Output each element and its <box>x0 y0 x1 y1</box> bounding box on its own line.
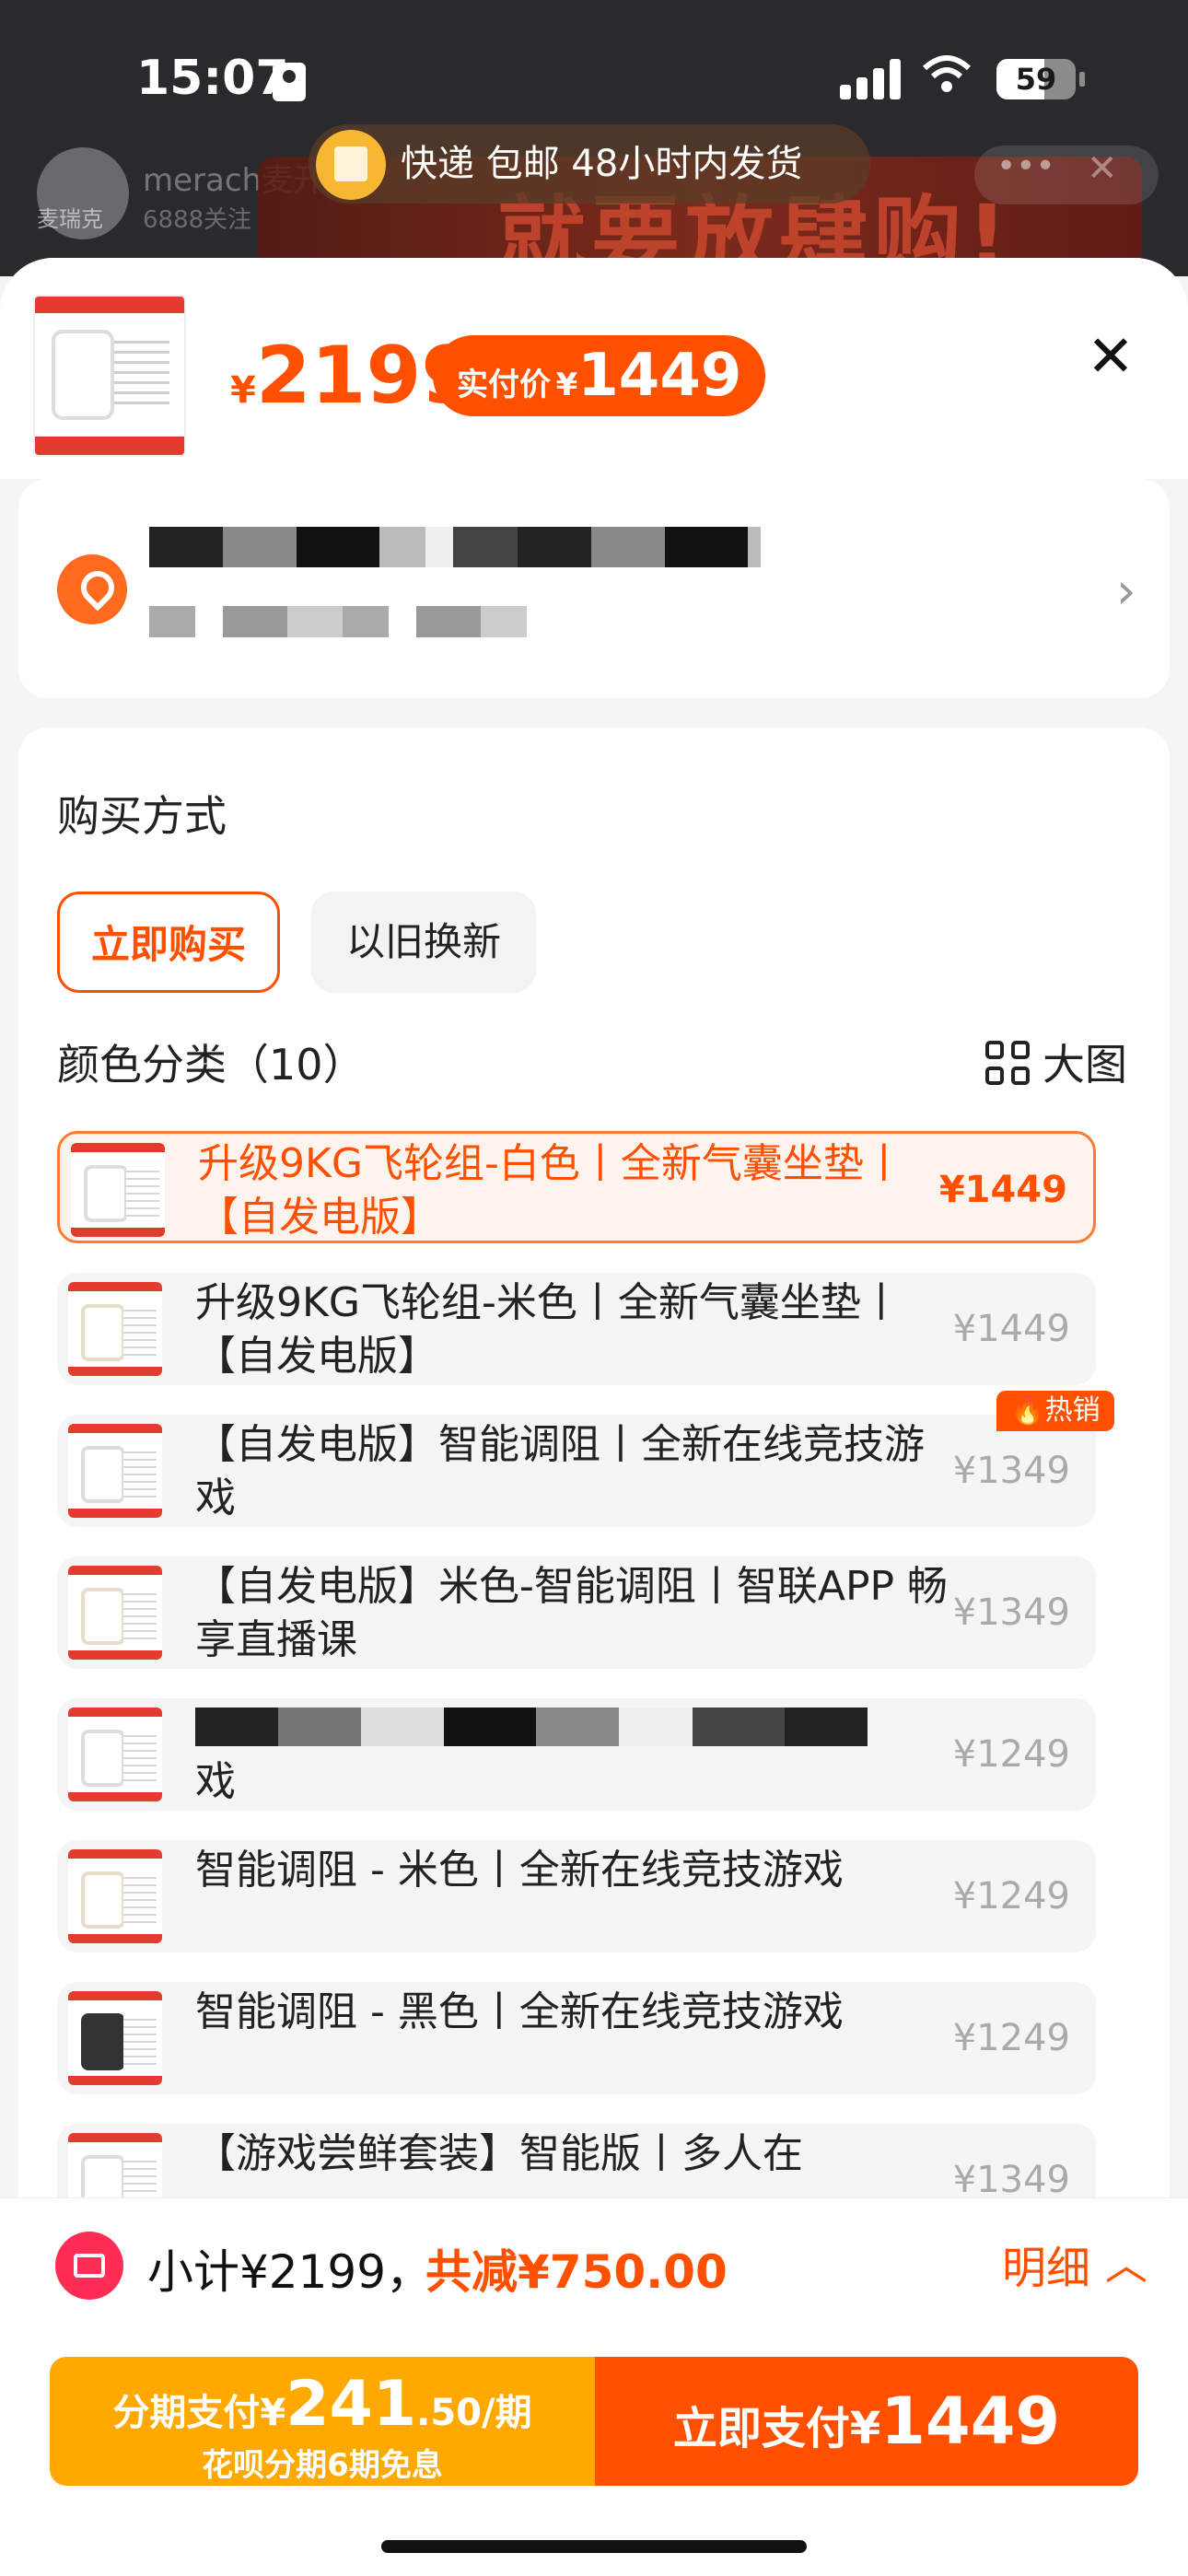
close-icon: ✕ <box>1087 147 1118 190</box>
sku-label: 【游戏尝鲜套装】智能版丨多人在 <box>195 2130 803 2177</box>
package-icon <box>316 130 386 200</box>
trade-in-mode-button[interactable]: 以旧换新 <box>311 892 536 993</box>
sku-price: ¥1449 <box>952 1308 1070 1350</box>
installment-prefix: 分期支付¥ <box>112 2392 286 2434</box>
sku-price: ¥1349 <box>952 1591 1070 1634</box>
discount-text: 共减¥750.00 <box>425 2245 728 2299</box>
sku-option[interactable]: 智能调阻 - 米色丨全新在线竞技游戏 ¥1249 <box>57 1840 1096 1952</box>
address-line-redacted <box>149 527 761 567</box>
color-category-title: 颜色分类（10） <box>57 1040 366 1090</box>
sku-option[interactable]: 智能调阻 - 黑色丨全新在线竞技游戏 ¥1249 <box>57 1982 1096 2094</box>
sku-thumbnail <box>71 1143 165 1237</box>
sku-thumbnail <box>68 1849 162 1943</box>
purchase-mode-title: 购买方式 <box>57 791 227 841</box>
address-card[interactable]: › <box>18 479 1170 698</box>
battery-icon: 59 <box>996 59 1076 99</box>
actual-price-value: 1449 <box>577 342 742 410</box>
focus-person-icon <box>273 63 306 101</box>
sku-label: 【自发电版】米色-智能调阻丨智联APP 畅享直播课 <box>195 1563 949 1663</box>
purchase-options-card: 购买方式 立即购买 以旧换新 颜色分类（10） 大图 升级9KG飞轮组-白色丨全… <box>18 728 1170 2385</box>
sku-option[interactable]: 升级9KG飞轮组-白色丨全新气囊坐垫丨【自发电版】 ¥1449 <box>57 1131 1096 1243</box>
status-time: 15:07 <box>136 51 289 106</box>
coupon-icon <box>55 2232 123 2300</box>
store-logo-text: 麦瑞克 <box>37 206 103 232</box>
installment-big-number: 241 <box>285 2368 417 2441</box>
sku-thumbnail <box>68 1424 162 1518</box>
installment-subtitle: 花呗分期6期免息 <box>202 2447 443 2484</box>
more-icon: ••• <box>996 147 1055 185</box>
cellular-signal-icon <box>840 57 904 99</box>
sku-label-redacted <box>195 1708 868 1746</box>
sku-price: ¥1349 <box>952 1450 1070 1492</box>
battery-level: 59 <box>1015 62 1057 97</box>
actual-price-tag: 实付价 ¥1449 <box>433 335 766 416</box>
sku-option[interactable]: 🔥热销 【自发电版】智能调阻丨全新在线竞技游戏 ¥1349 <box>57 1391 1114 1527</box>
price-currency: ¥ <box>230 369 256 412</box>
chevron-right-icon: › <box>1116 562 1136 620</box>
actual-price-label: 实付价 <box>457 367 551 403</box>
installment-suffix: .50/期 <box>416 2392 532 2434</box>
sku-label: 智能调阻 - 黑色丨全新在线竞技游戏 <box>195 1988 844 2035</box>
big-image-toggle[interactable]: 大图 <box>1042 1032 1127 1092</box>
sku-price: ¥1449 <box>938 1169 1067 1211</box>
shipping-toast-text: 快递 包邮 48小时内发货 <box>401 143 803 185</box>
installment-pay-button[interactable]: 分期支付¥241.50/期 花呗分期6期免息 <box>50 2357 595 2486</box>
sku-price: ¥1249 <box>952 1733 1070 1776</box>
close-button[interactable]: ✕ <box>1087 322 1135 390</box>
battery-tip <box>1079 72 1085 87</box>
shipping-toast: 快递 包邮 48小时内发货 <box>309 124 870 204</box>
sku-label: 戏 <box>195 1758 236 1805</box>
installment-amount: 分期支付¥241.50/期 <box>50 2368 595 2441</box>
grid-view-icon[interactable] <box>985 1041 1031 1087</box>
sku-label: 智能调阻 - 米色丨全新在线竞技游戏 <box>195 1847 844 1894</box>
actual-price-currency: ¥ <box>555 367 578 403</box>
sku-option[interactable]: 戏 ¥1249 <box>57 1698 1096 1811</box>
sku-label: 【自发电版】智能调阻丨全新在线竞技游戏 <box>195 1421 925 1521</box>
sku-option[interactable]: 【自发电版】米色-智能调阻丨智联APP 畅享直播课 ¥1349 <box>57 1556 1096 1669</box>
sku-label: 升级9KG飞轮组-白色丨全新气囊坐垫丨【自发电版】 <box>198 1140 904 1241</box>
location-pin-icon <box>57 554 127 624</box>
pay-now-amount: 1449 <box>880 2384 1061 2459</box>
sku-thumbnail <box>68 1991 162 2085</box>
bottom-action-bar: 小计¥2199， 共减¥750.00 明细 ︿ 分期支付¥241.50/期 花呗… <box>0 2197 1188 2576</box>
sku-thumbnail <box>68 1566 162 1660</box>
subtotal-text: 小计¥2199， <box>147 2245 433 2299</box>
sku-price: ¥1249 <box>952 1875 1070 1917</box>
sku-label: 升级9KG飞轮组-米色丨全新气囊坐垫丨【自发电版】 <box>195 1279 902 1380</box>
product-thumbnail[interactable] <box>33 295 186 457</box>
buy-now-mode-button[interactable]: 立即购买 <box>57 892 280 993</box>
sheet-header: ¥2199 实付价 ¥1449 ✕ <box>0 258 1188 479</box>
chevron-up-icon[interactable]: ︿ <box>1105 2232 1147 2292</box>
recipient-line-redacted <box>149 606 527 637</box>
wifi-icon <box>921 53 973 105</box>
sku-thumbnail <box>68 1282 162 1376</box>
home-indicator[interactable] <box>381 2540 807 2553</box>
sku-option[interactable]: 升级9KG飞轮组-米色丨全新气囊坐垫丨【自发电版】 ¥1449 <box>57 1273 1096 1385</box>
sku-thumbnail <box>68 1708 162 1801</box>
sku-price: ¥1249 <box>952 2017 1070 2059</box>
price-detail-button[interactable]: 明细 <box>1002 2232 1090 2296</box>
pay-now-label: 立即支付¥ <box>672 2403 881 2454</box>
store-followers: 6888关注 <box>143 206 252 234</box>
pay-now-button[interactable]: 立即支付¥1449 <box>595 2357 1138 2486</box>
